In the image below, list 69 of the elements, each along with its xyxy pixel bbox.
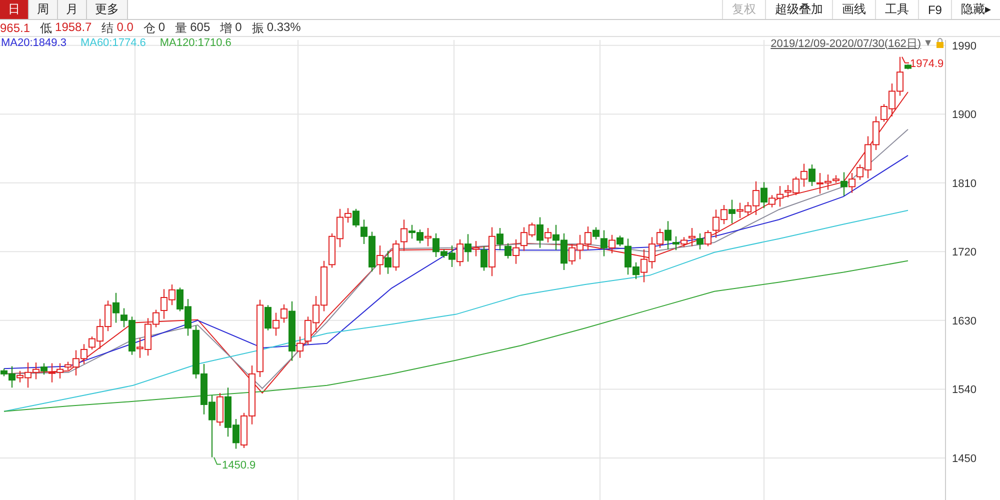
quote-label: 振 — [252, 20, 264, 36]
candlestick — [296, 336, 304, 358]
candlestick — [400, 219, 408, 252]
candlestick — [280, 304, 288, 324]
candlestick — [472, 240, 480, 257]
candlestick — [848, 172, 856, 194]
candlestick — [264, 304, 272, 331]
candlestick — [480, 246, 488, 272]
candlestick — [376, 245, 384, 276]
quote-value: 605 — [190, 20, 210, 36]
candlestick — [592, 226, 600, 240]
candlestick — [688, 227, 696, 247]
candlestick — [672, 236, 680, 251]
quote-value: 0.33% — [266, 20, 301, 36]
candlestick — [536, 216, 544, 248]
quote-value: 0 — [158, 20, 166, 36]
moving-average-legend: MA60:1774.6 — [80, 37, 146, 49]
price-label: 1450.9 — [222, 459, 256, 472]
period-tab[interactable]: 月 — [58, 0, 87, 19]
price-label: 1974.9 — [910, 58, 944, 70]
candlestick — [728, 199, 736, 224]
period-tab[interactable]: 周 — [29, 0, 58, 19]
candlestick — [704, 230, 712, 247]
quote-label: 仓 — [143, 20, 156, 36]
candlestick — [456, 238, 464, 267]
candlestick — [600, 230, 608, 257]
period-tab[interactable]: 更多 — [87, 0, 128, 19]
dropdown-toggle[interactable]: ▼ — [923, 38, 933, 48]
moving-average-legend: MA20:1849.3 — [1, 37, 66, 49]
candlestick — [760, 182, 768, 209]
candlestick — [696, 232, 704, 250]
date-range-link[interactable]: 2019/12/09-2020/07/30(162日) — [770, 36, 922, 50]
candlestick — [608, 234, 616, 254]
axis-label: 1900 — [952, 109, 976, 122]
quote-value: 0 — [235, 20, 242, 36]
quote-value: 0.0 — [116, 20, 134, 36]
axis-label: 1720 — [952, 246, 976, 259]
candlestick — [464, 234, 472, 262]
candlestick — [680, 236, 688, 248]
quote-label: 量 — [175, 20, 188, 36]
axis-label: 1450 — [952, 452, 976, 465]
candlestick — [352, 208, 360, 228]
axis-label: 1990 — [952, 40, 976, 52]
candlestick — [616, 235, 624, 247]
candlestick — [40, 362, 48, 376]
leader-line — [214, 456, 222, 465]
candlestick — [392, 240, 400, 272]
period-tab[interactable]: 日 — [0, 0, 29, 19]
candlestick — [424, 227, 432, 247]
axis-label: 1630 — [952, 315, 976, 328]
quote-value: 1958.7 — [55, 20, 92, 36]
quote-label: 增 — [220, 20, 232, 36]
axis-label: 1540 — [952, 384, 976, 396]
candlestick — [112, 292, 120, 324]
axis-label: 1810 — [952, 178, 976, 190]
candlestick — [272, 312, 280, 336]
candlestick — [504, 242, 512, 260]
lock-icon[interactable] — [935, 38, 945, 48]
candlestick — [544, 227, 552, 243]
moving-average-legend: MA120:1710.6 — [160, 37, 232, 49]
candlestick — [840, 172, 848, 196]
quote-label: 结 — [102, 20, 114, 36]
candlestick — [512, 238, 520, 264]
quote-value: 965.1 — [0, 21, 30, 35]
quote-label: 低 — [40, 20, 52, 36]
candlestick — [664, 220, 672, 250]
candlestick — [808, 164, 816, 186]
candlestick — [496, 227, 504, 251]
candlestick — [384, 250, 392, 274]
